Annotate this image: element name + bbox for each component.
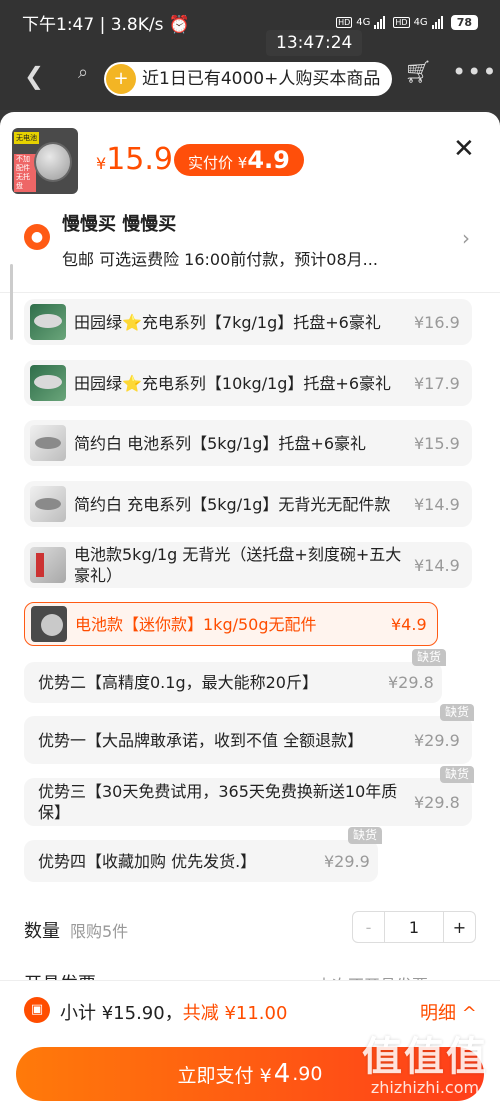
discount-total: 共减 ¥11.00 [182,1003,288,1024]
address-info[interactable]: 包邮 可选运费险 16:00前付款，预计08月... [62,246,378,270]
sku-label: 田园绿⭐充电系列【10kg/1g】托盘+6豪礼 [74,373,392,393]
sku-label: 优势四【收藏加购 优先发货.】 [38,851,257,871]
sku-option[interactable]: 田园绿⭐充电系列【7kg/1g】托盘+6豪礼 ¥16.9 [24,299,472,345]
clock-overlay: 13:47:24 [266,30,363,56]
sku-thumbnail [30,304,66,340]
sku-price: ¥29.9 [324,851,370,871]
close-icon[interactable]: ✕ [453,134,475,164]
quantity-label: 数量 [24,921,60,942]
sku-price: ¥29.8 [388,673,434,692]
nav-bar: ❮ ⌕ + 近1日已有4000+人购买本商品 🛒︎ ••• [0,44,500,110]
sku-option-out-of-stock[interactable]: 优势二【高精度0.1g，最大能称20斤】 ¥29.8 [24,662,442,703]
network-label: 4G [356,16,371,28]
sku-option-out-of-stock[interactable]: 优势四【收藏加购 优先发货.】 ¥29.9 [24,840,378,882]
thumb-tag-2: 不加配件无托盘 [14,154,36,192]
sku-option[interactable]: 田园绿⭐充电系列【10kg/1g】托盘+6豪礼 ¥17.9 [24,360,472,406]
status-bar: 下午1:47 | 3.8K/s ⏰ HD 4G HD 4G 78 [0,0,500,44]
sku-label: 田园绿⭐充电系列【7kg/1g】托盘+6豪礼 [74,312,381,332]
hd-icon-2: HD [393,16,410,28]
sku-thumbnail [30,547,66,583]
coupon-icon: ▣ [24,997,50,1023]
quantity-stepper: - 1 + [352,911,476,943]
more-icon[interactable]: ••• [452,58,497,86]
sku-label: 优势二【高精度0.1g，最大能称20斤】 [38,673,318,692]
sku-label: 电池款【迷你款】1kg/50g无配件 [75,614,317,634]
scale-plate-image [34,142,72,182]
signal-icon-2 [431,15,443,29]
product-price: ¥15.9 [96,142,173,177]
sku-label: 简约白 充电系列【5kg/1g】无背光无配件款 [74,494,391,514]
watermark-logo: 值值值 [362,1034,488,1080]
thumb-tag: 无电池 [14,132,39,144]
sku-option-selected[interactable]: 电池款【迷你款】1kg/50g无配件 ¥4.9 [24,602,438,646]
shopping-bag-icon: + [106,64,136,94]
sku-option[interactable]: 电池款5kg/1g 无背光（送托盘+刻度碗+五大豪礼） ¥14.9 [24,542,472,588]
promo-banner: + 近1日已有4000+人购买本商品 [104,62,393,96]
signal-icon [374,15,386,29]
sku-label: 电池款5kg/1g 无背光（送托盘+刻度碗+五大豪礼） [74,545,402,585]
chevron-right-icon[interactable]: › [462,226,470,250]
sku-price: ¥16.9 [414,312,460,332]
scrollbar[interactable] [10,264,13,340]
sku-price: ¥17.9 [414,373,460,393]
sku-price: ¥29.8 [414,792,460,812]
purchase-limit: 限购5件 [70,922,129,941]
sku-thumbnail [30,486,66,522]
status-icons: HD 4G HD 4G 78 [336,14,478,30]
quantity-input[interactable]: 1 [385,912,443,942]
out-of-stock-badge: 缺货 [348,827,383,844]
product-thumbnail[interactable]: 无电池 不加配件无托盘 [12,128,78,194]
battery-icon: 78 [450,14,478,30]
sku-price: ¥4.9 [391,614,427,634]
sku-label: 简约白 电池系列【5kg/1g】托盘+6豪礼 [74,433,367,453]
watermark-site: zhizhizhi.com [370,1078,480,1097]
sku-thumbnail [31,606,67,642]
actual-price-badge: 实付价 ¥4.9 [174,144,304,176]
sku-price: ¥15.9 [414,433,460,453]
sku-option[interactable]: 简约白 电池系列【5kg/1g】托盘+6豪礼 ¥15.9 [24,420,472,466]
sku-price: ¥14.9 [414,555,460,575]
increment-button[interactable]: + [443,912,475,942]
back-arrow-icon[interactable]: ❮ [24,62,44,90]
address-name[interactable]: 慢慢买 慢慢买 [62,210,176,236]
sku-label: 优势一【大品牌敢承诺，收到不值 全额退款】 [38,730,364,750]
out-of-stock-badge: 缺货 [440,766,475,783]
sku-option[interactable]: 简约白 充电系列【5kg/1g】无背光无配件款 ¥14.9 [24,481,472,527]
search-icon[interactable]: ⌕ [78,62,88,83]
sku-thumbnail [30,365,66,401]
out-of-stock-badge: 缺货 [412,649,447,666]
hd-icon: HD [336,16,353,28]
detail-toggle[interactable]: 明细 ^ [420,999,477,1025]
sku-sheet: 无电池 不加配件无托盘 ¥15.9 实付价 ¥4.9 ✕ ● 慢慢买 慢慢买 包… [0,112,500,1111]
sku-price: ¥14.9 [414,494,460,514]
divider [0,292,500,293]
location-icon: ● [24,224,50,250]
watermark: 值值值 zhizhizhi.com [350,1024,500,1097]
cart-icon[interactable]: 🛒︎ [404,60,432,85]
sku-price: ¥29.9 [414,730,460,750]
sku-label: 优势三【30天免费试用，365天免费换新送10年质保】 [38,782,398,822]
decrement-button[interactable]: - [353,912,385,942]
promo-text: 近1日已有4000+人购买本商品 [142,69,381,89]
sku-option-out-of-stock[interactable]: 优势一【大品牌敢承诺，收到不值 全额退款】 ¥29.9 [24,716,472,764]
subtotal: 小计 ¥15.90，共减 ¥11.00 [60,1003,288,1024]
out-of-stock-badge: 缺货 [440,704,475,721]
sku-thumbnail [30,425,66,461]
sku-option-out-of-stock[interactable]: 优势三【30天免费试用，365天免费换新送10年质保】 ¥29.8 [24,778,472,826]
network-label-2: 4G [413,16,428,28]
